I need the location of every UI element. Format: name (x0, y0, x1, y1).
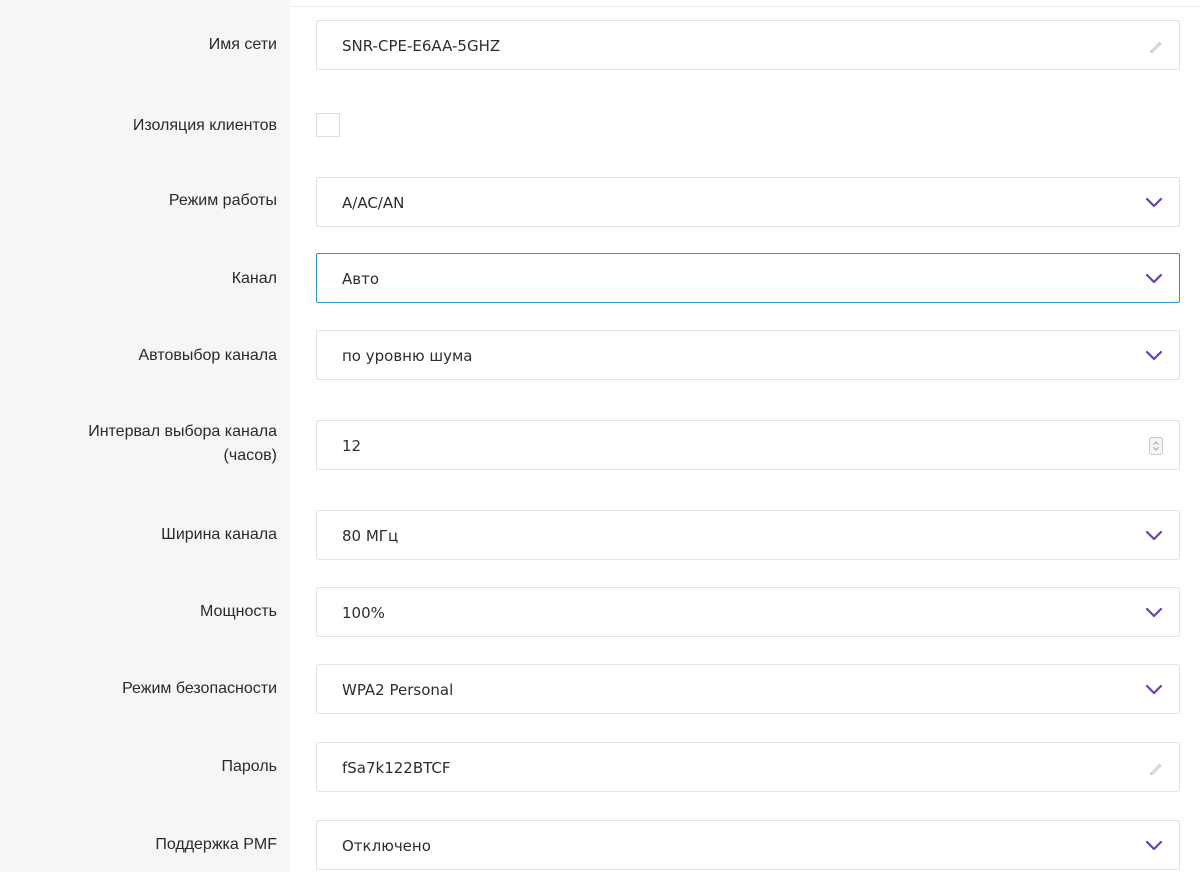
password-field[interactable]: fSa7k122BTCF (316, 742, 1180, 792)
power-select[interactable]: 100% (316, 587, 1180, 637)
mode-value: A/AC/AN (342, 194, 405, 212)
channel-interval-label: Интервал выбора канала (часов) (7, 420, 277, 468)
channel-interval-label-line2: (часов) (223, 447, 277, 464)
chevron-down-icon[interactable] (1145, 195, 1163, 209)
client-isolation-checkbox[interactable] (316, 113, 340, 137)
security-mode-select[interactable]: WPA2 Personal (316, 664, 1180, 714)
channel-label: Канал (231, 270, 277, 287)
chevron-down-icon[interactable] (1145, 838, 1163, 852)
channel-interval-value: 12 (342, 437, 362, 455)
network-name-field[interactable]: SNR-CPE-E6AA-5GHZ (316, 20, 1180, 70)
chevron-down-icon[interactable] (1145, 348, 1163, 362)
network-name-value: SNR-CPE-E6AA-5GHZ (342, 37, 501, 55)
channel-select[interactable]: Авто (316, 253, 1180, 303)
channel-interval-input[interactable]: 12 (316, 420, 1180, 470)
password-label: Пароль (221, 758, 277, 775)
client-isolation-label: Изоляция клиентов (132, 117, 277, 134)
channel-auto-select-label: Автовыбор канала (138, 347, 278, 364)
channel-width-label: Ширина канала (161, 526, 277, 543)
security-mode-value: WPA2 Personal (342, 681, 454, 699)
power-label: Мощность (200, 603, 277, 620)
channel-auto-select-select[interactable]: по уровню шума (316, 330, 1180, 380)
stepper-icon[interactable] (1149, 437, 1163, 455)
channel-width-select[interactable]: 80 МГц (316, 510, 1180, 560)
channel-auto-select-value: по уровню шума (342, 347, 473, 365)
pmf-support-value: Отключено (342, 837, 431, 855)
chevron-down-icon[interactable] (1145, 528, 1163, 542)
chevron-down-icon[interactable] (1145, 271, 1163, 285)
network-name-label: Имя сети (208, 36, 277, 53)
mode-select[interactable]: A/AC/AN (316, 177, 1180, 227)
pmf-support-label: Поддержка PMF (155, 836, 277, 853)
chevron-down-icon[interactable] (1145, 605, 1163, 619)
chevron-down-icon[interactable] (1145, 682, 1163, 696)
security-mode-label: Режим безопасности (122, 680, 277, 697)
pmf-support-select[interactable]: Отключено (316, 820, 1180, 870)
channel-width-value: 80 МГц (342, 527, 399, 545)
top-divider (290, 0, 1200, 7)
pencil-icon[interactable] (1148, 38, 1164, 54)
mode-label: Режим работы (168, 192, 277, 209)
password-value: fSa7k122BTCF (342, 759, 451, 777)
power-value: 100% (342, 604, 385, 622)
channel-interval-label-line1: Интервал выбора канала (88, 423, 277, 440)
pencil-icon[interactable] (1148, 760, 1164, 776)
channel-value: Авто (342, 270, 380, 288)
